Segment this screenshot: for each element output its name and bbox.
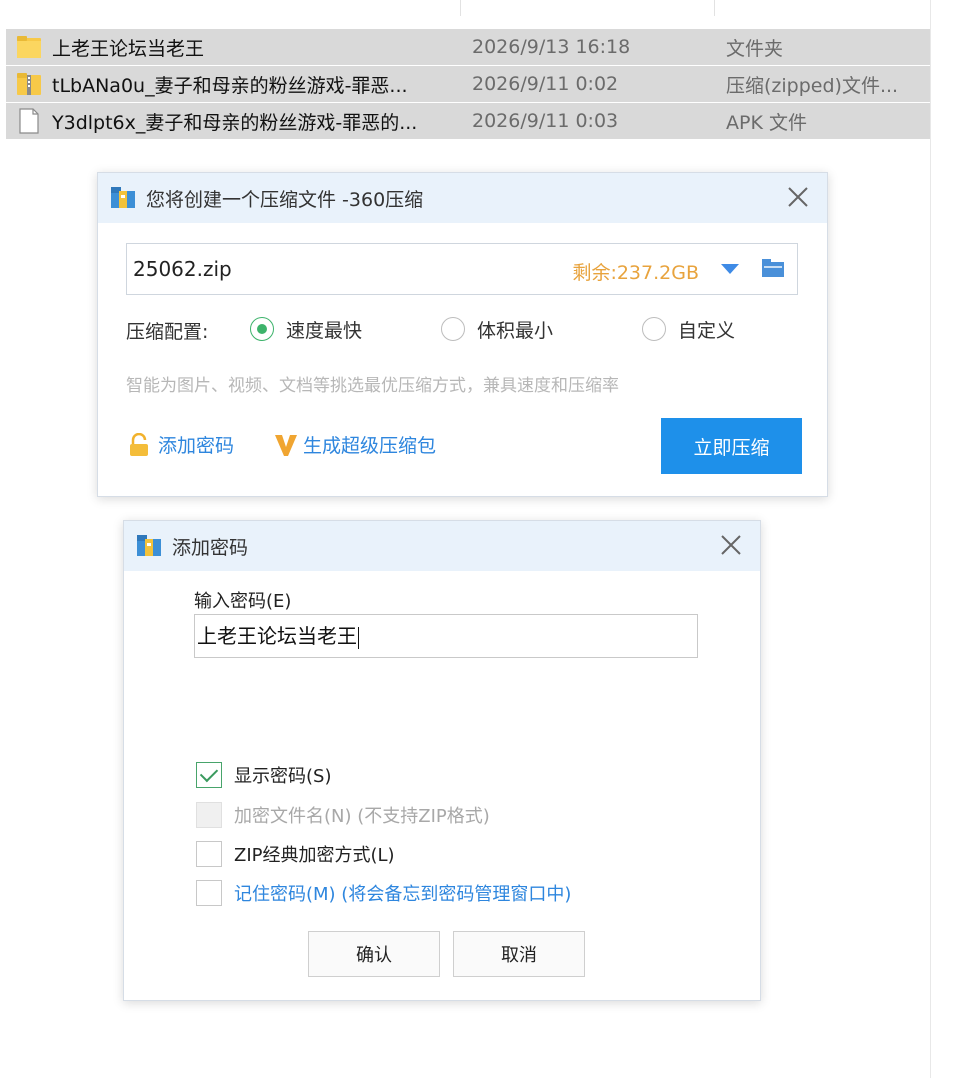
file-type: 压缩(zipped)文件... [726,74,899,97]
checkbox-disabled [196,802,222,828]
checkbox-checked[interactable] [196,762,222,788]
radio-custom[interactable]: 自定义 [642,314,735,344]
dialog-title: 添加密码 [172,537,249,559]
app-logo-icon [136,533,162,557]
password-value[interactable]: 上老王论坛当老王 [197,620,359,649]
super-pack-label[interactable]: 生成超级压缩包 [303,431,436,458]
radio-fastest[interactable]: 速度最快 [250,314,362,344]
dialog-titlebar[interactable]: 您将创建一个压缩文件 -360压缩 [98,173,827,223]
file-name: tLbANa0u_妻子和母亲的粉丝游戏-罪恶... [52,74,408,97]
add-password-link[interactable]: 添加密码 [128,431,234,458]
file-type: 文件夹 [726,37,784,60]
compress-dialog: 您将创建一个压缩文件 -360压缩 25062.zip 剩余:237.2GB 压… [97,172,828,497]
encrypt-filename-checkbox: 加密文件名(N) (不支持ZIP格式) [196,802,490,828]
vip-v-icon [273,432,299,458]
radio-label: 体积最小 [477,319,554,342]
radio-button[interactable] [441,317,465,341]
file-date: 2026/9/13 16:18 [472,36,631,58]
compress-now-button[interactable]: 立即压缩 [661,418,802,474]
cancel-button[interactable]: 取消 [453,931,585,977]
lock-icon [128,432,150,457]
file-icon [16,107,42,135]
column-divider[interactable] [460,0,461,16]
file-row[interactable]: tLbANa0u_妻子和母亲的粉丝游戏-罪恶... 2026/9/11 0:02… [6,66,930,102]
window-edge [930,0,931,1078]
checkbox-label: 加密文件名(N) (不支持ZIP格式) [234,806,490,827]
radio-smallest[interactable]: 体积最小 [441,314,553,344]
remember-password-checkbox[interactable]: 记住密码(M) (将会备忘到密码管理窗口中) [196,880,571,906]
checkbox-label[interactable]: 记住密码(M) (将会备忘到密码管理窗口中) [234,880,571,906]
file-name: 上老王论坛当老王 [52,37,205,60]
config-label: 压缩配置: [126,321,209,343]
file-explorer-list: 上老王论坛当老王 2026/9/13 16:18 文件夹 tLbANa0u_妻子… [0,0,930,145]
checkbox[interactable] [196,841,222,867]
file-date: 2026/9/11 0:02 [472,73,619,95]
zip-classic-encryption-checkbox[interactable]: ZIP经典加密方式(L) [196,841,395,867]
file-row[interactable]: Y3dlpt6x_妻子和母亲的粉丝游戏-罪恶的... 2026/9/11 0:0… [6,103,930,139]
radio-label: 自定义 [678,319,736,342]
password-dialog: 添加密码 输入密码(E) 上老王论坛当老王 显示密码(S) 加密文件名(N) (… [123,520,761,1001]
free-space-text: 剩余:237.2GB [572,262,699,284]
checkbox-label: 显示密码(S) [234,766,332,787]
password-input-label: 输入密码(E) [194,591,292,612]
hint-text: 智能为图片、视频、文档等挑选最优压缩方式，兼具速度和压缩率 [126,376,619,396]
radio-button[interactable] [642,317,666,341]
close-icon[interactable] [783,182,813,212]
add-password-label[interactable]: 添加密码 [158,431,234,458]
file-name: Y3dlpt6x_妻子和母亲的粉丝游戏-罪恶的... [52,111,418,134]
archive-name-value[interactable]: 25062.zip [133,257,232,281]
show-password-checkbox[interactable]: 显示密码(S) [196,762,331,788]
close-icon[interactable] [716,530,746,560]
browse-folder-icon[interactable] [761,258,785,278]
chevron-down-icon[interactable] [721,264,739,274]
file-type: APK 文件 [726,111,807,134]
column-divider[interactable] [714,0,715,16]
dialog-titlebar[interactable]: 添加密码 [124,521,760,571]
archive-name-field[interactable]: 25062.zip 剩余:237.2GB [126,243,798,295]
file-date: 2026/9/11 0:03 [472,110,619,132]
confirm-button[interactable]: 确认 [308,931,440,977]
password-input[interactable]: 上老王论坛当老王 [194,614,698,658]
zip-folder-icon [16,70,42,98]
checkbox[interactable] [196,880,222,906]
radio-label: 速度最快 [286,319,363,342]
checkbox-label: ZIP经典加密方式(L) [234,845,395,866]
app-logo-icon [110,185,136,209]
dialog-title: 您将创建一个压缩文件 -360压缩 [146,189,424,211]
radio-button-selected[interactable] [250,317,274,341]
super-pack-link[interactable]: 生成超级压缩包 [273,431,436,458]
file-row[interactable]: 上老王论坛当老王 2026/9/13 16:18 文件夹 [6,29,930,65]
column-header [0,0,930,22]
folder-icon [16,33,42,61]
